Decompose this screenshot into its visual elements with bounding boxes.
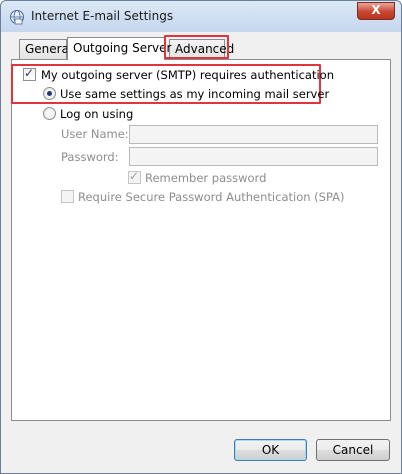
close-icon: X (371, 3, 381, 17)
window-title: Internet E-mail Settings (31, 9, 174, 23)
same-settings-label[interactable]: Use same settings as my incoming mail se… (60, 87, 329, 101)
highlight-box-advanced-tab (164, 35, 229, 59)
password-input[interactable] (129, 147, 378, 166)
globe-mail-icon (9, 9, 25, 25)
spa-label[interactable]: Require Secure Password Authentication (… (78, 190, 345, 204)
ok-button[interactable]: OK (234, 439, 307, 461)
smtp-auth-label[interactable]: My outgoing server (SMTP) requires authe… (41, 68, 334, 82)
same-settings-radio[interactable] (43, 87, 56, 100)
remember-password-label[interactable]: Remember password (145, 171, 266, 185)
log-on-label[interactable]: Log on using (60, 107, 133, 121)
tab-general[interactable]: General (19, 39, 72, 59)
log-on-radio[interactable] (43, 107, 56, 120)
spa-checkbox[interactable] (61, 190, 74, 203)
user-name-label: User Name: (61, 127, 129, 141)
email-settings-dialog: Internet E-mail Settings X General Outgo… (0, 0, 402, 474)
close-button[interactable]: X (357, 2, 395, 20)
cancel-button[interactable]: Cancel (316, 439, 390, 461)
title-bar[interactable]: Internet E-mail Settings X (1, 1, 401, 32)
user-name-input[interactable] (129, 125, 378, 144)
remember-password-checkbox[interactable] (128, 169, 141, 184)
tab-outgoing-server[interactable]: Outgoing Server (67, 37, 171, 60)
smtp-auth-checkbox[interactable] (23, 66, 36, 81)
password-label: Password: (61, 150, 119, 164)
